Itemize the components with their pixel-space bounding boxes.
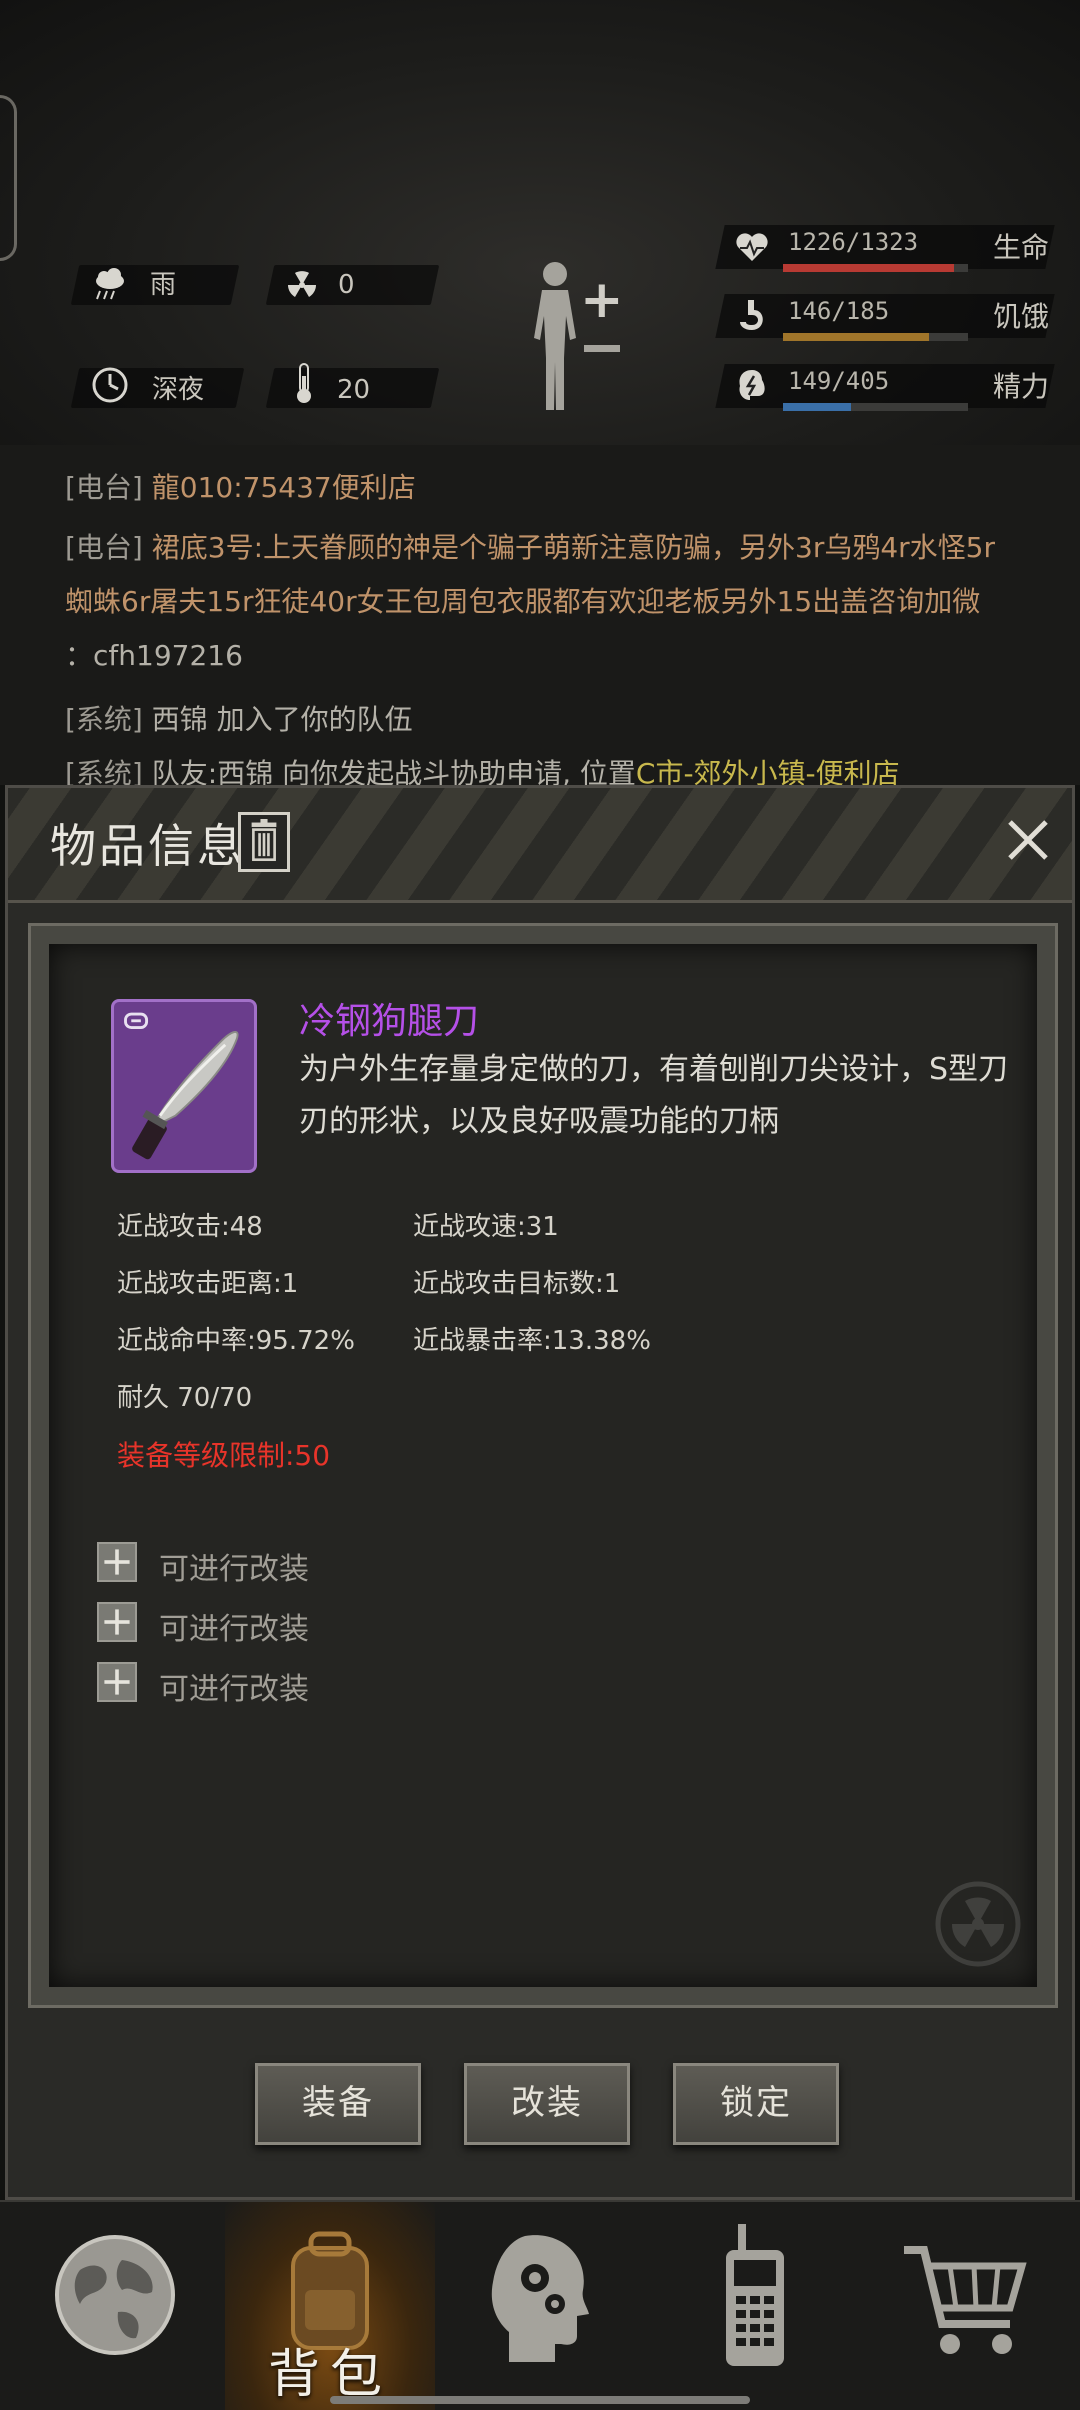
- modify-button[interactable]: 改装: [464, 2063, 630, 2145]
- item-info-content[interactable]: 冷钢狗腿刀 为户外生存量身定做的刀，有着刨削刀尖设计，S型刀刃的形状，以及良好吸…: [49, 944, 1037, 1987]
- stomach-icon: [732, 296, 772, 336]
- side-bracket: [0, 95, 17, 261]
- mod-slot-label: 可进行改装: [159, 1612, 309, 1647]
- time-value: 深夜: [152, 375, 205, 405]
- nav-world[interactable]: [10, 2202, 220, 2410]
- attr-melee-crit-rate: 近战暴击率:13.38%: [413, 1326, 651, 1356]
- message-line: [系统] 队友:西锦 向你发起战斗协助申请, 位置C市-郊外小镇-便利店: [65, 757, 900, 785]
- status-panel: 雨 0 深夜 20 + 1226/1323 生命 146/185 饥饿 149/…: [0, 0, 1080, 445]
- brain-lightning-icon: [732, 366, 772, 406]
- kukri-knife-icon: [124, 1012, 239, 1160]
- attr-melee-range: 近战攻击距离:1: [117, 1269, 299, 1299]
- item-info-dialog: 物品信息 冷钢狗腿刀 为户外生存量身定做的刀，有着刨削刀尖设计，S型刀刃的形状，…: [5, 785, 1075, 2200]
- home-indicator[interactable]: [330, 2396, 750, 2404]
- message-line: ：cfh197216: [65, 639, 243, 672]
- close-button[interactable]: [998, 810, 1058, 870]
- cloud-rain-icon: [90, 265, 130, 305]
- dialog-header: 物品信息: [8, 788, 1072, 903]
- item-description: 为户外生存量身定做的刀，有着刨削刀尖设计，S型刀刃的形状，以及良好吸震功能的刀柄: [299, 1052, 1009, 1139]
- attr-melee-speed: 近战攻速:31: [413, 1212, 559, 1242]
- hunger-label: 饥饿: [993, 300, 1050, 333]
- attr-melee-hit-rate: 近战命中率:95.72%: [117, 1326, 355, 1356]
- close-icon: [1008, 820, 1048, 860]
- message-log[interactable]: [电台] 龍010:75437便利店 [电台] 裙底3号:上天眷顾的神是个骗子萌…: [0, 445, 1080, 785]
- thermometer-icon: [284, 362, 324, 403]
- message-line: [系统] 西锦 加入了你的队伍: [65, 703, 413, 736]
- hunger-bar: [783, 333, 968, 341]
- attr-melee-targets: 近战攻击目标数:1: [413, 1269, 621, 1299]
- energy-value: 149/405: [788, 367, 890, 395]
- clock-icon: [90, 365, 130, 405]
- item-icon[interactable]: [111, 999, 257, 1173]
- nav-skills[interactable]: [435, 2202, 645, 2410]
- nav-shop[interactable]: [860, 2202, 1070, 2410]
- energy-bar: [783, 403, 968, 411]
- attr-durability: 耐久 70/70: [117, 1383, 253, 1413]
- hunger-value: 146/185: [788, 297, 890, 325]
- health-value: 1226/1323: [788, 228, 919, 256]
- heart-icon: [732, 227, 772, 267]
- message-line: 蜘蛛6r屠夫15r狂徒40r女王包周包衣服都有欢迎老板另外15出盖咨询加微: [65, 585, 981, 618]
- message-line: [电台] 裙底3号:上天眷顾的神是个骗子萌新注意防骗，另外3r乌鸦4r水怪5r: [65, 531, 995, 564]
- head-gears-icon: [491, 2235, 589, 2362]
- message-line: [电台] 龍010:75437便利店: [65, 471, 416, 504]
- lock-button[interactable]: 锁定: [673, 2063, 839, 2145]
- discard-button[interactable]: [238, 812, 290, 872]
- nav-backpack[interactable]: 背包: [225, 2202, 435, 2410]
- plus-icon: +: [580, 270, 624, 330]
- dialog-title: 物品信息: [50, 819, 246, 873]
- shopping-cart-icon: [904, 2246, 1027, 2354]
- health-bar: [783, 264, 968, 272]
- walkie-talkie-icon: [726, 2224, 784, 2366]
- plus-icon: [97, 1662, 137, 1702]
- bottom-nav: 背包: [0, 2200, 1080, 2410]
- weather-value: 雨: [150, 270, 177, 300]
- health-label: 生命: [993, 231, 1050, 264]
- temperature-value: 20: [337, 375, 371, 405]
- nav-radio[interactable]: [650, 2202, 860, 2410]
- attr-melee-attack: 近战攻击:48: [117, 1212, 263, 1242]
- mod-slot-label: 可进行改装: [159, 1552, 309, 1587]
- minus-icon: [584, 345, 620, 352]
- energy-label: 精力: [993, 370, 1050, 403]
- radiation-value: 0: [338, 270, 355, 300]
- plus-icon: [97, 1542, 137, 1582]
- item-name: 冷钢狗腿刀: [299, 1001, 480, 1042]
- plus-icon: [97, 1602, 137, 1642]
- radiation-watermark-icon: [935, 1881, 1021, 1967]
- equip-button[interactable]: 装备: [255, 2063, 421, 2145]
- globe-icon: [55, 2235, 175, 2355]
- mod-slot-label: 可进行改装: [159, 1672, 309, 1707]
- level-limit: 装备等级限制:50: [117, 1439, 331, 1472]
- radiation-icon: [282, 265, 322, 305]
- trash-icon: [251, 819, 277, 862]
- item-info-panel: 冷钢狗腿刀 为户外生存量身定做的刀，有着刨削刀尖设计，S型刀刃的形状，以及良好吸…: [28, 923, 1058, 2008]
